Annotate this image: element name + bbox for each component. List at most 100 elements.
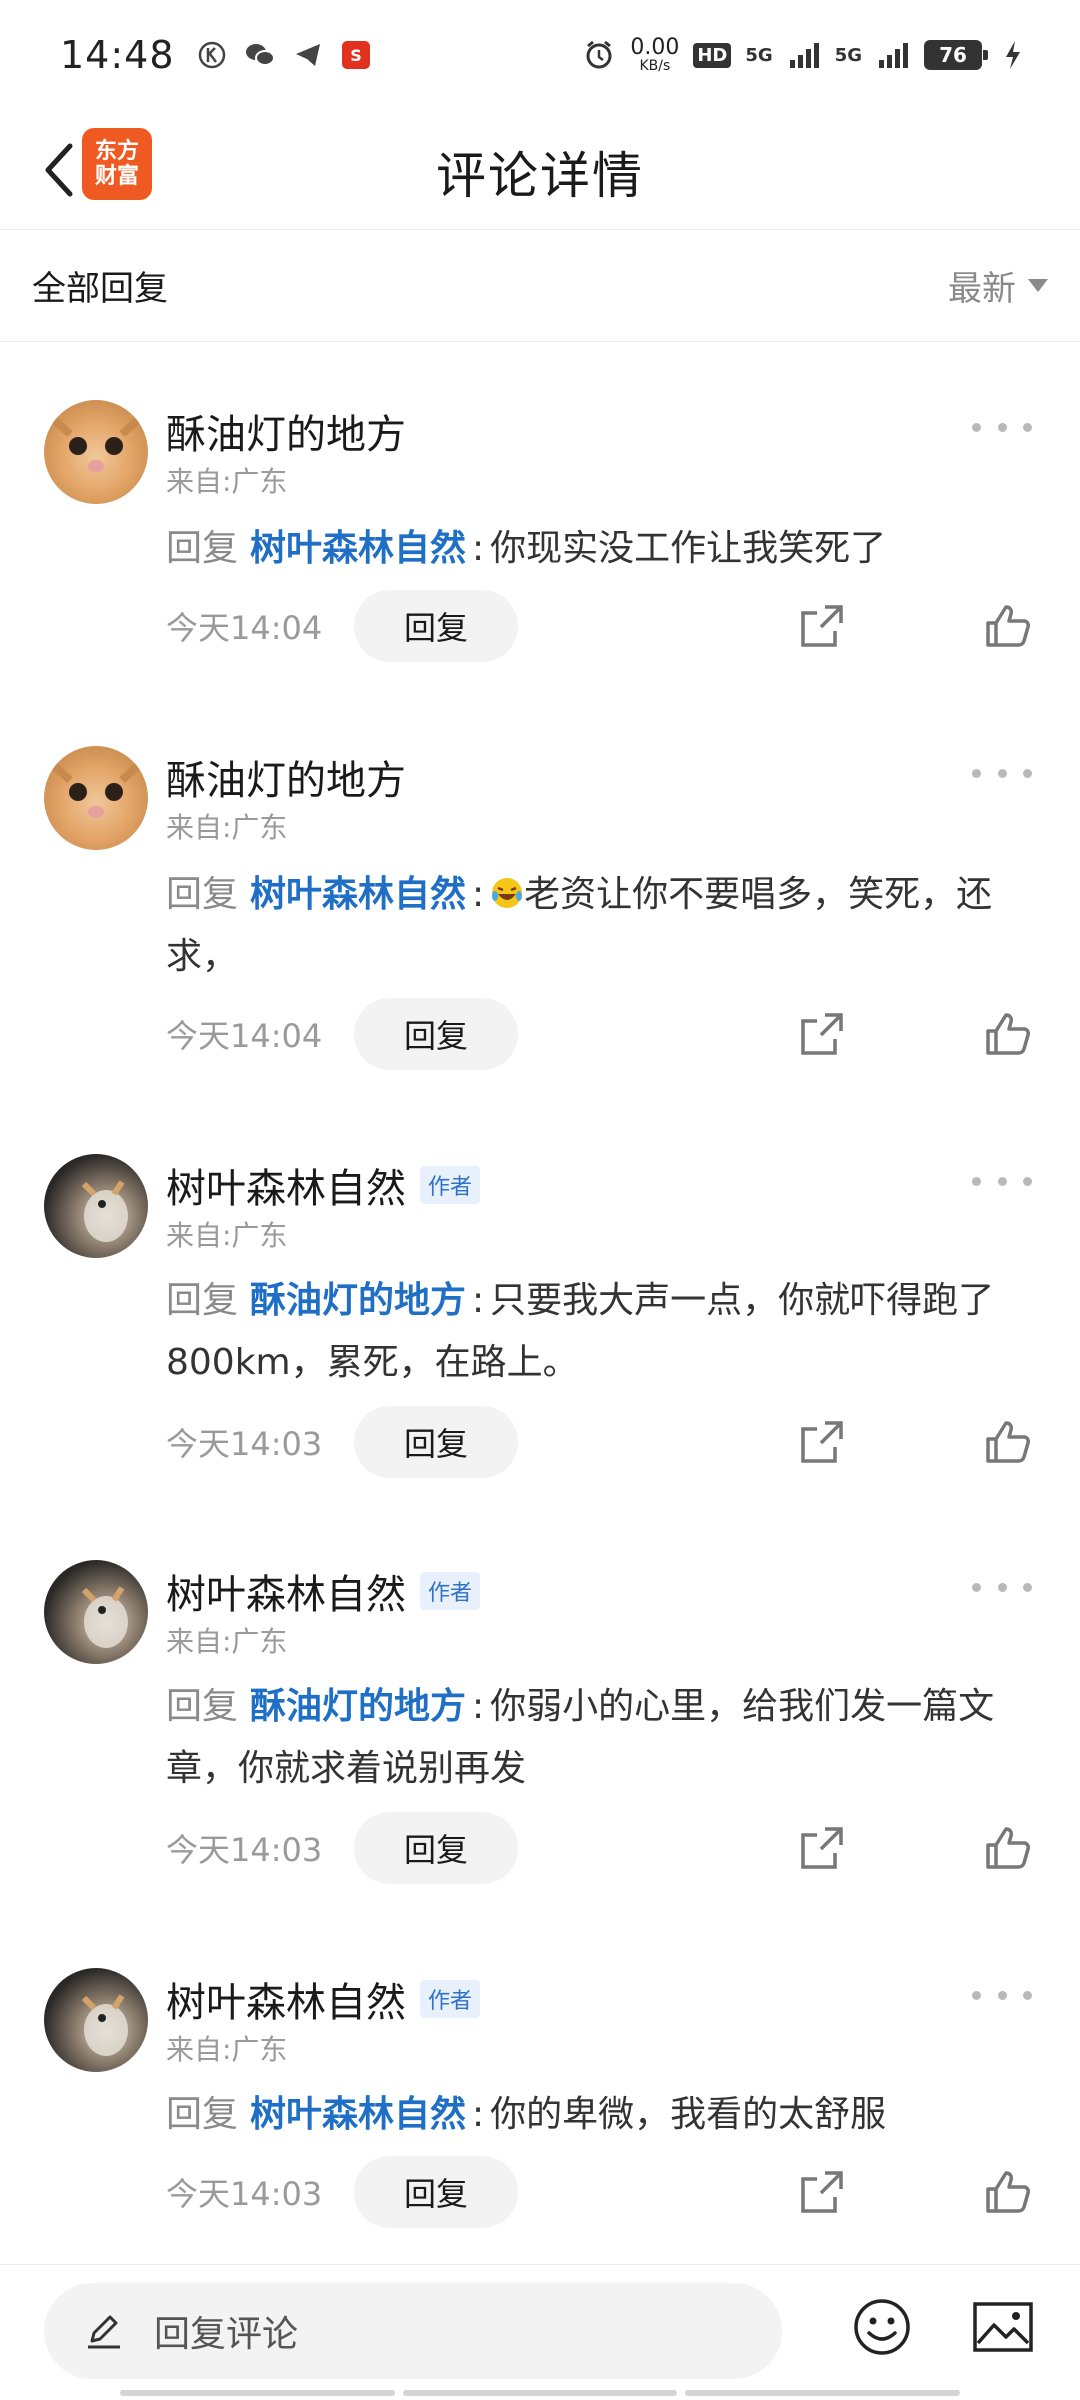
comment-location: 来自:广东: [166, 1219, 288, 1252]
bottom-reply-bar: 回复评论: [0, 2264, 1080, 2400]
comment-time: 今天14:04: [166, 1017, 323, 1055]
cat-avatar-icon: [51, 416, 141, 472]
share-button[interactable]: [792, 1412, 852, 1472]
author-name[interactable]: 酥油灯的地方: [166, 748, 406, 806]
more-options-button[interactable]: [972, 1166, 1032, 1196]
comment-footer: 今天14:03 回复: [166, 1812, 1046, 1884]
author-name[interactable]: 树叶森林自然: [166, 1156, 406, 1214]
comment-item: 酥油灯的地方 来自:广东 回复 树叶森林自然: 老资让你不要唱多，笑死，还求， 今天…: [0, 746, 1080, 1156]
comment-text: 回复 酥油灯的地方: 你弱小的心里，给我们发一篇文章，你就求着说别再发: [166, 1686, 995, 1789]
thumbs-up-icon: [986, 605, 1030, 647]
reply-button[interactable]: 回复: [354, 1812, 518, 1884]
laughing-crying-emoji-icon: [492, 878, 523, 908]
reply-target-link[interactable]: 酥油灯的地方: [250, 1280, 466, 1321]
more-options-button[interactable]: [972, 1572, 1032, 1602]
all-replies-label: 全部回复: [32, 269, 168, 309]
like-button[interactable]: [978, 596, 1038, 656]
author-badge: 作者: [420, 1572, 481, 1610]
avatar[interactable]: [44, 1968, 148, 2072]
app-header: 东方 财富 评论详情: [0, 110, 1080, 230]
status-time: 14:48: [60, 33, 175, 77]
like-button[interactable]: [978, 1004, 1038, 1064]
author-badge: 作者: [420, 1166, 481, 1204]
page-title: 评论详情: [436, 147, 644, 205]
signal-bars-icon: [787, 38, 821, 72]
thumbs-up-icon: [986, 1421, 1030, 1463]
comment-text: 回复 树叶森林自然: 你现实没工作让我笑死了: [166, 528, 887, 569]
comment-location: 来自:广东: [166, 1625, 288, 1658]
like-button[interactable]: [978, 1818, 1038, 1878]
reply-filter-bar: 全部回复 最新: [0, 230, 1080, 342]
hd-indicator: HD: [693, 42, 732, 68]
reply-target-link[interactable]: 树叶森林自然: [250, 874, 466, 915]
avatar[interactable]: [44, 746, 148, 850]
comment-item: 酥油灯的地方 来自:广东 回复 树叶森林自然: 你现实没工作让我笑死了 今天14:0…: [0, 342, 1080, 750]
author-badge: 作者: [420, 1980, 481, 2018]
avatar[interactable]: [44, 1154, 148, 1258]
more-options-button[interactable]: [972, 758, 1032, 788]
comment-item: 树叶森林自然 作者 来自:广东 回复 树叶森林自然: 你的卑微，我看的太舒服 今天1…: [0, 1968, 1080, 2310]
share-button[interactable]: [792, 596, 852, 656]
comment-footer: 今天14:04 回复: [166, 998, 1046, 1070]
signal-1-label: 5G: [745, 44, 773, 66]
comment-text: 回复 树叶森林自然: 老资让你不要唱多，笑死，还求，: [166, 874, 993, 977]
reply-button[interactable]: 回复: [354, 590, 518, 662]
cat-avatar-icon: [81, 1994, 128, 2056]
status-notification-icons: S: [195, 38, 373, 72]
comment-location: 来自:广东: [166, 811, 288, 844]
alarm-icon: [582, 38, 616, 72]
like-button[interactable]: [978, 1412, 1038, 1472]
comment-author[interactable]: 树叶森林自然 作者: [166, 1562, 481, 1620]
net-speed-value: 0.00: [630, 35, 680, 60]
share-icon: [801, 1013, 843, 1055]
reply-target-link[interactable]: 树叶森林自然: [250, 2094, 466, 2135]
comment-item: 树叶森林自然 作者 来自:广东 回复 酥油灯的地方: 只要我大声一点，你就吓得跑了8…: [0, 1154, 1080, 1564]
share-button[interactable]: [792, 1818, 852, 1878]
charging-icon: [996, 38, 1030, 72]
signal-2-label: 5G: [834, 44, 862, 66]
share-button[interactable]: [792, 2162, 852, 2222]
caret-down-icon: [1028, 279, 1048, 292]
smiley-icon: [854, 2299, 910, 2355]
image-button[interactable]: [970, 2295, 1036, 2359]
reply-button[interactable]: 回复: [354, 2156, 518, 2228]
share-button[interactable]: [792, 1004, 852, 1064]
pencil-icon: [82, 2309, 126, 2353]
reply-target-link[interactable]: 酥油灯的地方: [250, 1686, 466, 1727]
comment-item: 树叶森林自然 作者 来自:广东 回复 酥油灯的地方: 你弱小的心里，给我们发一篇文章…: [0, 1560, 1080, 1970]
comment-footer: 今天14:03 回复: [166, 1406, 1046, 1478]
sort-dropdown[interactable]: 最新: [948, 261, 1048, 310]
more-options-button[interactable]: [972, 1980, 1032, 2010]
comment-author[interactable]: 树叶森林自然 作者: [166, 1970, 481, 2028]
svg-text:S: S: [350, 46, 362, 65]
author-name[interactable]: 树叶森林自然: [166, 1970, 406, 2028]
cat-avatar-icon: [51, 762, 141, 818]
reply-prefix: 回复: [166, 1686, 239, 1727]
like-button[interactable]: [978, 2162, 1038, 2222]
comment-location: 来自:广东: [166, 465, 288, 498]
k-app-icon: [195, 38, 229, 72]
comment-footer: 今天14:03 回复: [166, 2156, 1046, 2228]
reply-button[interactable]: 回复: [354, 1406, 518, 1478]
red-app-icon: S: [339, 38, 373, 72]
comment-author[interactable]: 酥油灯的地方: [166, 748, 406, 806]
net-speed-unit: KB/s: [639, 58, 671, 74]
author-name[interactable]: 酥油灯的地方: [166, 402, 406, 460]
reply-button[interactable]: 回复: [354, 998, 518, 1070]
reply-prefix: 回复: [166, 2094, 239, 2135]
author-name[interactable]: 树叶森林自然: [166, 1562, 406, 1620]
reply-comment-input[interactable]: 回复评论: [44, 2283, 782, 2379]
cat-avatar-icon: [81, 1180, 128, 1242]
more-options-button[interactable]: [972, 412, 1032, 442]
avatar[interactable]: [44, 400, 148, 504]
comment-author[interactable]: 酥油灯的地方: [166, 402, 406, 460]
status-bar: 14:48 S 0.00 KB/s HD 5G 5G 76: [0, 0, 1080, 110]
emoji-button[interactable]: [850, 2295, 914, 2359]
comment-author[interactable]: 树叶森林自然 作者: [166, 1156, 481, 1214]
telegram-icon: [291, 38, 325, 72]
thumbs-up-icon: [986, 1827, 1030, 1869]
reply-target-link[interactable]: 树叶森林自然: [250, 528, 466, 569]
thumbs-up-icon: [986, 1013, 1030, 1055]
thumbs-up-icon: [986, 2171, 1030, 2213]
avatar[interactable]: [44, 1560, 148, 1664]
